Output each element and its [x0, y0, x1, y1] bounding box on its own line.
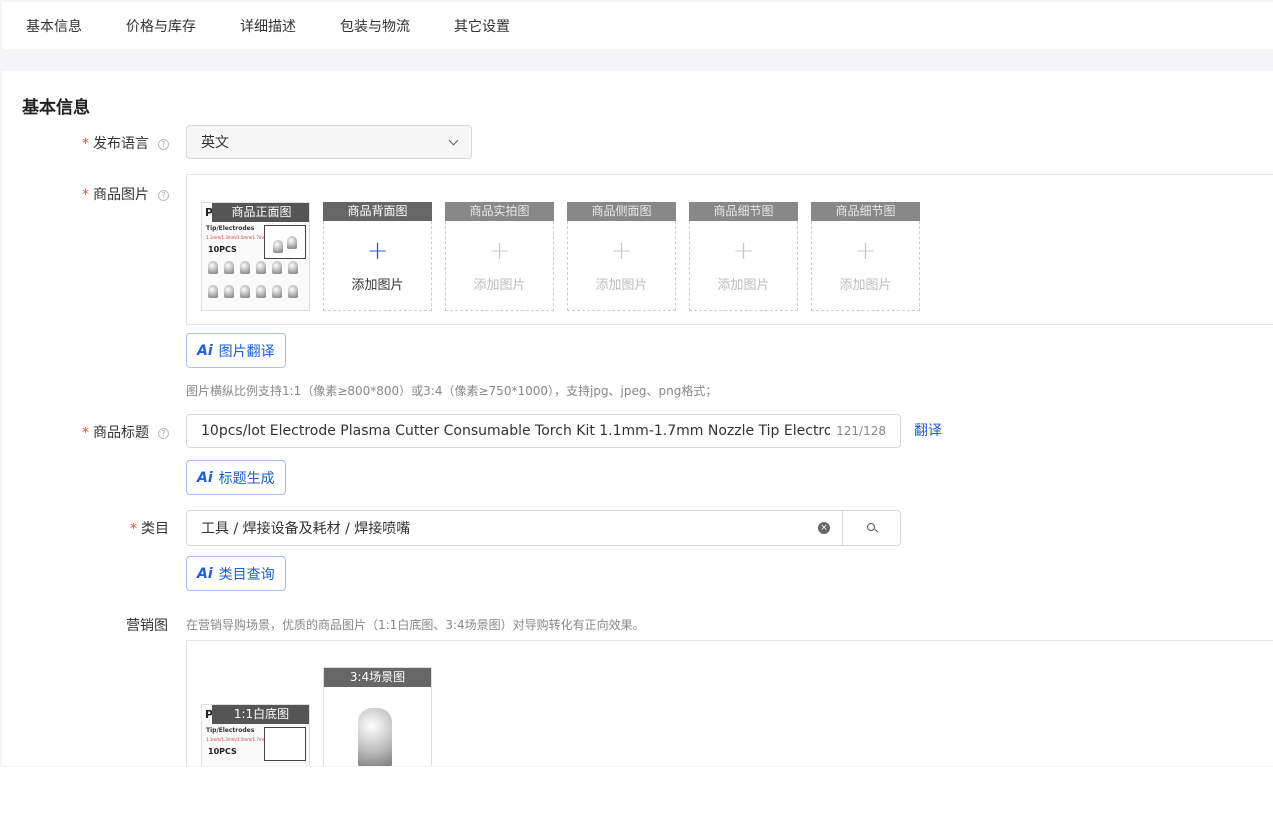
required-mark: *: [130, 521, 137, 537]
language-value: 英文: [201, 135, 229, 151]
slot-caption: 1:1白底图: [212, 705, 309, 724]
add-image-button[interactable]: + 添加图片: [689, 221, 798, 311]
language-label-text: 发布语言: [93, 136, 149, 152]
slot-caption: 商品实拍图: [445, 202, 554, 221]
category-search-button[interactable]: [842, 511, 900, 545]
title-generate-label: 标题生成: [218, 470, 275, 487]
add-image-label: 添加图片: [473, 278, 526, 293]
image-hint: 图片横纵比例支持1:1（像素≥800*800）或3:4（像素≥750*1000）…: [186, 384, 718, 398]
image-slot-back[interactable]: 商品背面图 + 添加图片: [323, 202, 432, 311]
image-upload-panel: P80 商品正面图 Tip/Electrodes 1.1mm/1.3mm/1.5…: [186, 174, 1273, 325]
title-value: 10pcs/lot Electrode Plasma Cutter Consum…: [201, 423, 831, 439]
title-generate-button[interactable]: Ai 标题生成: [186, 460, 286, 495]
plus-icon: +: [488, 236, 511, 266]
search-icon: [866, 523, 877, 533]
plus-icon: +: [854, 236, 877, 266]
add-image-button[interactable]: + 添加图片: [445, 221, 554, 311]
category-label-text: 类目: [141, 521, 169, 537]
marketing-label: 营销图: [126, 618, 168, 634]
basic-info-card: 基本信息 *发布语言? 英文 *商品图片? P80 商品正面图 Tip/Elec…: [2, 71, 1273, 766]
image-slot-detail-1[interactable]: 商品细节图 + 添加图片: [689, 202, 798, 311]
language-select[interactable]: 英文: [186, 125, 472, 159]
required-mark: *: [82, 136, 89, 152]
image-slot-side[interactable]: 商品侧面图 + 添加图片: [567, 202, 676, 311]
product-image-thumbnail[interactable]: P80 商品正面图 Tip/Electrodes 1.1mm/1.3mm/1.5…: [201, 202, 310, 311]
ai-icon: Ai: [197, 565, 213, 582]
question-circle-icon[interactable]: ?: [158, 190, 169, 201]
question-circle-icon[interactable]: ?: [158, 139, 169, 150]
image-slot-front[interactable]: P80 商品正面图 Tip/Electrodes 1.1mm/1.3mm/1.5…: [201, 202, 310, 311]
add-image-button[interactable]: + 添加图片: [811, 221, 920, 311]
add-image-label: 添加图片: [839, 278, 892, 293]
thumb-inset: [264, 727, 306, 761]
slot-caption: 商品正面图: [212, 203, 309, 222]
marketing-slot-white[interactable]: P80 1:1白底图 Tip/Electrodes 1.1mm/1.3mm/1.…: [201, 704, 310, 766]
title-label-text: 商品标题: [93, 425, 149, 441]
title-char-count: 121/128: [836, 424, 886, 438]
chevron-down-icon: [448, 135, 459, 145]
thumb-subtitle: Tip/Electrodes: [206, 225, 255, 232]
plus-icon: +: [732, 236, 755, 266]
add-image-button[interactable]: + 添加图片: [567, 221, 676, 311]
slot-caption: 商品细节图: [689, 202, 798, 221]
add-image-label: 添加图片: [717, 278, 770, 293]
thumb-note: 1.1mm/1.3mm/1.5mm/1.7mm: [206, 737, 267, 742]
thumb-pcs: 10PCS: [208, 747, 237, 756]
tab-bar: 基本信息 价格与库存 详细描述 包装与物流 其它设置: [2, 2, 1273, 51]
ai-icon: Ai: [197, 469, 213, 486]
category-query-label: 类目查询: [218, 566, 275, 583]
question-circle-icon[interactable]: ?: [158, 428, 169, 439]
add-image-label: 添加图片: [595, 278, 648, 293]
language-label: * 发布语言?: [82, 133, 169, 153]
thumb-inset: [264, 225, 306, 259]
category-value: 工具 / 焊接设备及耗材 / 焊接喷嘴: [201, 521, 411, 537]
slot-caption: 商品背面图: [323, 202, 432, 221]
image-slot-detail-2[interactable]: 商品细节图 + 添加图片: [811, 202, 920, 311]
title-input[interactable]: 10pcs/lot Electrode Plasma Cutter Consum…: [186, 414, 901, 448]
title-label: * 商品标题?: [82, 422, 169, 442]
tab-price-stock[interactable]: 价格与库存: [126, 16, 196, 36]
required-mark: *: [82, 187, 89, 203]
clear-icon[interactable]: ×: [818, 522, 830, 534]
tab-basic-info[interactable]: 基本信息: [26, 16, 82, 36]
required-mark: *: [82, 425, 89, 441]
plus-icon: +: [610, 236, 633, 266]
slot-caption: 3:4场景图: [324, 668, 431, 687]
add-image-label: 添加图片: [351, 278, 404, 293]
marketing-hint: 在营销导购场景，优质的商品图片（1:1白底图、3:4场景图）对导购转化有正向效果…: [186, 618, 645, 632]
image-translate-button[interactable]: Ai 图片翻译: [186, 333, 286, 368]
nozzle-image: [358, 708, 392, 766]
slot-caption: 商品细节图: [811, 202, 920, 221]
marketing-image-panel: P80 1:1白底图 Tip/Electrodes 1.1mm/1.3mm/1.…: [186, 640, 1273, 766]
marketing-slot-scene[interactable]: 3:4场景图: [323, 667, 432, 766]
tab-other-settings[interactable]: 其它设置: [454, 16, 510, 36]
images-label-text: 商品图片: [93, 187, 149, 203]
add-image-button[interactable]: + 添加图片: [323, 221, 432, 311]
plus-icon: +: [366, 236, 389, 266]
image-translate-label: 图片翻译: [218, 343, 275, 360]
category-label: * 类目: [130, 518, 169, 538]
thumb-note: 1.1mm/1.3mm/1.5mm/1.7mm: [206, 235, 267, 240]
marketing-white-thumbnail[interactable]: P80 1:1白底图 Tip/Electrodes 1.1mm/1.3mm/1.…: [201, 704, 310, 766]
thumb-pcs: 10PCS: [208, 245, 237, 254]
category-query-button[interactable]: Ai 类目查询: [186, 556, 286, 591]
tab-packaging[interactable]: 包装与物流: [340, 16, 410, 36]
thumb-subtitle: Tip/Electrodes: [206, 727, 255, 734]
translate-link[interactable]: 翻译: [914, 420, 942, 440]
page: 基本信息 价格与库存 详细描述 包装与物流 其它设置 基本信息 * 发布语言? 英…: [0, 0, 1273, 813]
tab-description[interactable]: 详细描述: [240, 16, 296, 36]
slot-caption: 商品侧面图: [567, 202, 676, 221]
images-label: * 商品图片?: [82, 184, 169, 204]
image-slot-real[interactable]: 商品实拍图 + 添加图片: [445, 202, 554, 311]
section-title: 基本信息: [22, 98, 90, 118]
page-footer-area: [0, 767, 1273, 813]
category-field[interactable]: 工具 / 焊接设备及耗材 / 焊接喷嘴 ×: [186, 510, 901, 546]
ai-icon: Ai: [197, 342, 213, 359]
